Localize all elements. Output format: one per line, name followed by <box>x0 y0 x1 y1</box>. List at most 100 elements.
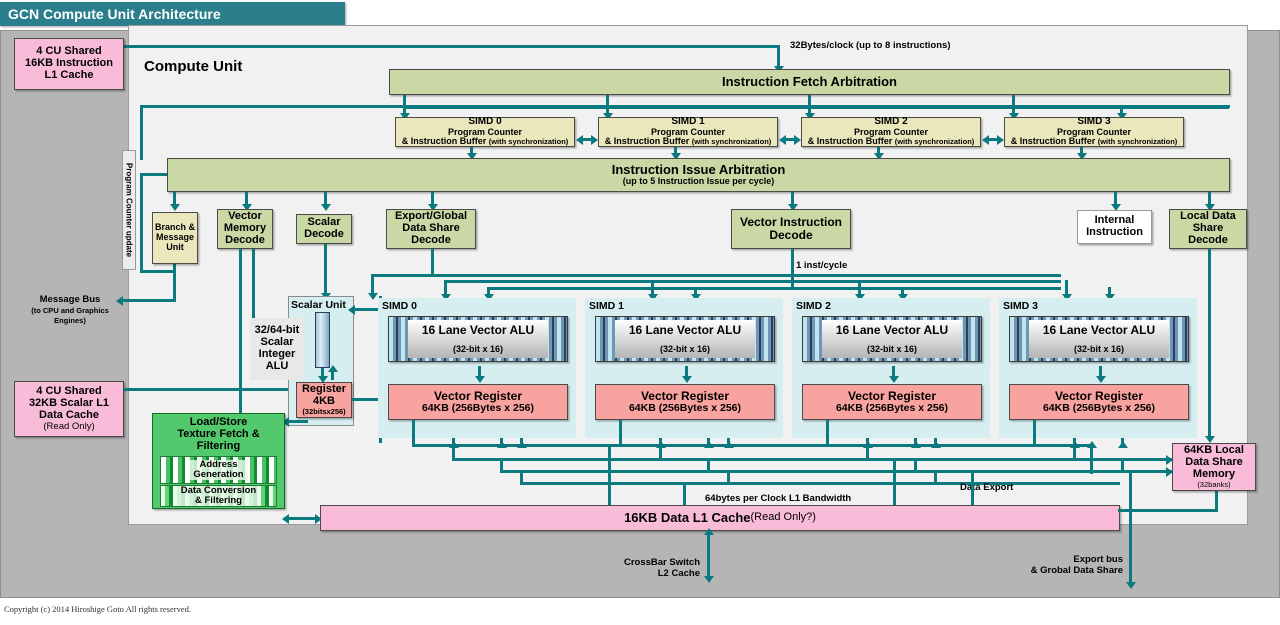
simd-frontend-1: SIMD 1 Program Counter & Instruction Buf… <box>598 117 778 147</box>
export-global-data-share-decode-box: Export/Global Data Share Decode <box>386 209 476 249</box>
bus-line-b <box>452 458 1190 461</box>
wire-fetch-fan-v0 <box>403 95 406 106</box>
simd1-vreg-line1: Vector Register <box>641 390 729 403</box>
local-data-share-decode-box: Local Data Share Decode <box>1169 209 1247 249</box>
branch-message-unit-box: Branch & Message Unit <box>152 212 198 264</box>
wire-msgbus-h <box>123 299 176 302</box>
simd3-vreg-line2: 64KB (256Bytes x 256) <box>1043 403 1155 414</box>
wire-l1-to-lds-h <box>1118 509 1218 512</box>
wire-reg-to-salu-arrow <box>328 365 338 372</box>
simd-unit-3-vector-register: Vector Register 64KB (256Bytes x 256) <box>1009 384 1189 420</box>
wire-bus-up-s3-b-v <box>1121 438 1124 446</box>
wire-egds-left-arrow <box>368 293 378 300</box>
icache-line3: L1 Cache <box>45 70 94 82</box>
simd1-vreg-line2: 64KB (256Bytes x 256) <box>629 403 741 414</box>
compute-unit-label: Compute Unit <box>144 58 242 75</box>
address-generation-block: AddressGeneration <box>160 456 277 484</box>
wire-egds-out-v <box>431 249 434 276</box>
data-conv-text: Data Conversion& Filtering <box>177 486 261 507</box>
copyright-notice: Copyright (c) 2014 Hiroshige Goto All ri… <box>4 604 191 614</box>
vid-line2: Decode <box>769 229 812 242</box>
simd-unit-2-title: SIMD 2 <box>796 301 831 313</box>
ls-line2: Texture Fetch & <box>177 429 259 441</box>
simd1-alu-text: 16 Lane Vector ALU(32-bit x 16) <box>615 320 755 357</box>
simd0-fe-line3: & Instruction Buffer (with synchronizati… <box>402 137 569 147</box>
simd2-vreg-line2: 64KB (256Bytes x 256) <box>836 403 948 414</box>
ii-line2: Instruction <box>1086 227 1143 239</box>
simd-frontend-3: SIMD 3 Program Counter & Instruction Buf… <box>1004 117 1184 147</box>
issue-title: Instruction Issue Arbitration <box>612 163 786 177</box>
vmd-line3: Decode <box>225 235 265 247</box>
salu-line4: ALU <box>266 361 289 373</box>
page-title: GCN Compute Unit Architecture <box>0 2 345 26</box>
simd-unit-1-alu: 16 Lane Vector ALU(32-bit x 16) <box>595 316 775 362</box>
wire-sync-2-3-arrow-r <box>997 135 1004 145</box>
pc-update-text: Program Counter update <box>125 163 134 257</box>
wire-bus-up-s1-b-v <box>707 438 710 446</box>
local-data-share-memory-box: 64KB Local Data Share Memory (32banks) <box>1172 443 1256 491</box>
sreg-note: (32bitsx256) <box>302 408 345 416</box>
program-counter-update-label: Program Counter update <box>122 150 136 270</box>
wire-vreg2-down <box>826 420 829 446</box>
wire-icache-left-v <box>140 105 143 160</box>
addr-gen-text: AddressGeneration <box>189 460 247 481</box>
bus-line-a <box>412 444 1090 447</box>
wire-pcupdate-left-v <box>140 173 143 273</box>
scalar-l1-data-cache-box: 4 CU Shared 32KB Scalar L1 Data Cache (R… <box>14 381 124 437</box>
wire-icache-to-fetch-h <box>120 45 780 48</box>
wire-sync-0-1-arrow-r <box>591 135 598 145</box>
internal-instruction-box: Internal Instruction <box>1077 210 1152 244</box>
wire-crossbar-arrow-d <box>704 576 714 583</box>
label-crossbar-l2: CrossBar Switch L2 Cache <box>585 558 700 579</box>
simd0-vreg-line1: Vector Register <box>434 390 522 403</box>
wire-vid-fanout-h <box>487 287 1061 290</box>
wire-scache-h <box>124 388 299 391</box>
simd-unit-0-alu: 16 Lane Vector ALU(32-bit x 16) <box>388 316 568 362</box>
simd0-vreg-line2: 64KB (256Bytes x 256) <box>422 403 534 414</box>
label-fetch-bandwidth: 32Bytes/clock (up to 8 instructions) <box>790 41 950 52</box>
wire-bus-up-s1-a-v <box>659 438 662 446</box>
msgbus-line2: (to CPU and Graphics <box>31 306 109 315</box>
wire-bus-up-s0-b-v <box>500 438 503 446</box>
simd2-fe-line3: & Instruction Buffer (with synchronizati… <box>808 137 975 147</box>
msgbus-line3: Engines) <box>54 316 86 325</box>
wire-msgbus-arrow <box>116 296 123 306</box>
bmu-line3: Unit <box>166 243 184 253</box>
wire-fetch-fanout-h <box>403 106 1229 109</box>
simd-frontend-0: SIMD 0 Program Counter & Instruction Buf… <box>395 117 575 147</box>
vector-memory-decode-box: Vector Memory Decode <box>217 209 273 249</box>
label-l1-bandwidth: 64bytes per Clock L1 Bandwidth <box>705 494 851 505</box>
l1-main-label: 16KB Data L1 Cache <box>624 511 750 525</box>
wire-bus-v11 <box>1121 458 1124 470</box>
wire-bus-v2 <box>500 458 503 470</box>
wire-export-bus-arrow <box>1126 582 1136 589</box>
export-bus-line1: Export bus <box>1073 554 1123 565</box>
l1-note-label: (Read Only?) <box>751 512 816 524</box>
wire-bus-up-s0-c-v <box>520 438 523 446</box>
simd0-alu-text: 16 Lane Vector ALU(32-bit x 16) <box>408 320 548 357</box>
wire-bus-up-s2-c-v <box>934 438 937 446</box>
wire-issue-sd-arrow <box>321 204 331 211</box>
wire-bus-up-s2-b-v <box>914 438 917 446</box>
wire-pcupdate-bmu-h <box>140 270 173 273</box>
simd-unit-0-vector-register: Vector Register 64KB (256Bytes x 256) <box>388 384 568 420</box>
simd-unit-2-vector-register: Vector Register 64KB (256Bytes x 256) <box>802 384 982 420</box>
instruction-fetch-arbitration-box: Instruction Fetch Arbitration <box>389 69 1230 95</box>
issue-subtitle: (up to 5 Instruction Issue per cycle) <box>623 177 775 187</box>
scache-line3: Data Cache <box>39 410 99 422</box>
simd2-vreg-line1: Vector Register <box>848 390 936 403</box>
wire-simd3-alu-reg-arrow <box>1096 376 1106 383</box>
wire-bus-up-s3-c <box>1087 441 1097 448</box>
label-export-bus: Export bus & Grobal Data Share <box>1005 555 1123 576</box>
wire-bus-v3 <box>520 470 523 482</box>
wire-gds-fanout-h <box>444 280 1061 283</box>
wire-issue-bmu-arrow <box>170 204 180 211</box>
wire-sync-0-1-arrow-l <box>576 135 583 145</box>
wire-bus-to-l1-c <box>893 458 896 509</box>
ldsd-line3: Decode <box>1188 235 1228 247</box>
scalar-unit-title: Scalar Unit <box>291 300 346 312</box>
scalar-alu-pipe <box>315 312 330 368</box>
wire-scalarunit-to-ls <box>288 420 308 423</box>
data-conversion-filtering-block: Data Conversion& Filtering <box>160 485 277 507</box>
egds-line3: Decode <box>411 235 451 247</box>
